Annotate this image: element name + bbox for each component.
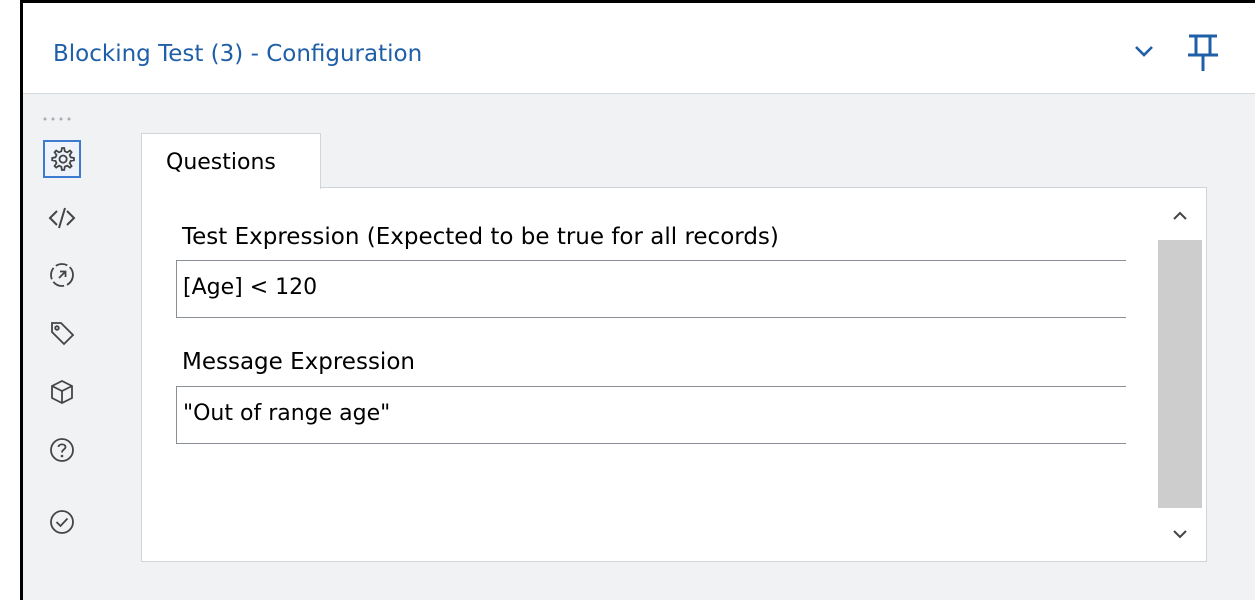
window-header: Blocking Test (3) - Configuration — [23, 3, 1255, 94]
sidebar-item-configuration[interactable] — [43, 140, 81, 178]
check-circle-icon — [50, 510, 74, 534]
tab-questions[interactable]: Questions — [141, 133, 321, 189]
sidebar-item-tags[interactable] — [43, 314, 81, 352]
sidebar-item-package[interactable] — [43, 373, 81, 411]
sidebar-item-code[interactable] — [43, 199, 81, 237]
scroll-thumb[interactable] — [1158, 240, 1202, 508]
sidebar-item-navigate[interactable] — [43, 256, 81, 294]
scroll-up-button[interactable] — [1158, 196, 1202, 236]
help-icon — [50, 438, 74, 462]
chevron-down-icon — [1173, 530, 1187, 539]
message-expression-input[interactable]: "Out of range age" — [176, 386, 1126, 444]
gear-icon — [51, 147, 75, 171]
test-expression-input[interactable]: [Age] < 120 — [176, 260, 1126, 318]
message-expression-label: Message Expression — [182, 349, 415, 375]
pin-icon[interactable] — [1185, 33, 1221, 73]
vertical-scrollbar[interactable] — [1158, 188, 1202, 561]
window-title: Blocking Test (3) - Configuration — [53, 41, 423, 67]
tab-label: Questions — [166, 150, 276, 175]
questions-panel: Test Expression (Expected to be true for… — [141, 187, 1207, 562]
configuration-window: Blocking Test (3) - Configuration Questi… — [20, 0, 1255, 600]
chevron-up-icon — [1173, 211, 1187, 220]
sidebar-item-status[interactable] — [43, 503, 81, 541]
navigate-arrow-icon — [50, 263, 74, 287]
scroll-down-button[interactable] — [1158, 514, 1202, 554]
code-icon — [48, 207, 76, 229]
cube-icon — [51, 379, 73, 405]
test-expression-label: Test Expression (Expected to be true for… — [182, 224, 779, 250]
chevron-down-icon[interactable] — [1133, 43, 1155, 59]
drag-grip[interactable] — [41, 116, 75, 122]
tag-icon — [51, 322, 75, 346]
sidebar-item-help[interactable] — [43, 431, 81, 469]
